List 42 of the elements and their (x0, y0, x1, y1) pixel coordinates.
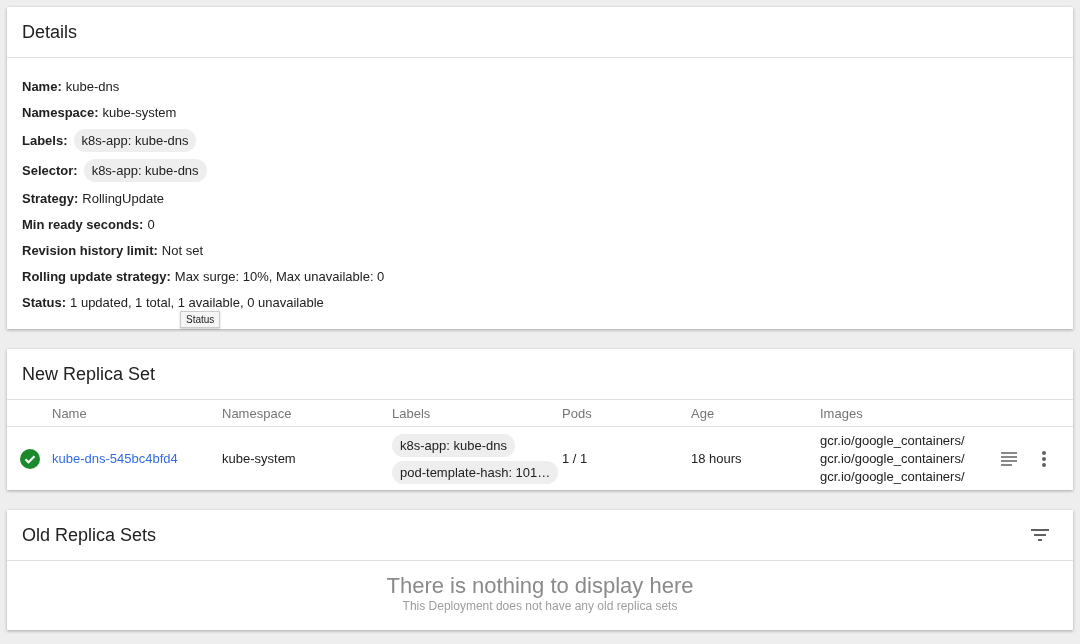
label-chip: pod-template-hash: 101… (392, 460, 559, 484)
field-label: Name: (22, 78, 62, 94)
field-label: Selector: (22, 162, 78, 178)
card-title: New Replica Set (22, 363, 156, 385)
replica-set-link[interactable]: kube-dns-545bc4bfd4 (52, 451, 222, 466)
tooltip: Status (180, 311, 221, 328)
field-value: kube-system (102, 104, 177, 120)
field-label: Strategy: (22, 190, 79, 206)
field-label: Namespace: (22, 104, 99, 120)
card-title: Old Replica Sets (22, 524, 157, 546)
age-cell-text: 18 hours (691, 451, 743, 466)
column-header: Pods (562, 405, 593, 421)
field-value: Not set (161, 242, 203, 258)
field-label: Min ready seconds: (22, 216, 144, 232)
field-value: kube-dns (65, 78, 120, 94)
column-header: Images (820, 405, 864, 421)
empty-state-title: There is nothing to display here (386, 573, 694, 599)
field-label: Status: (22, 294, 67, 310)
column-header: Age (691, 405, 716, 421)
image-cell-text: gcr.io/google_containers/ (820, 451, 966, 466)
image-cell-text: gcr.io/google_containers/ (820, 469, 966, 484)
more-vert-icon[interactable] (1042, 450, 1046, 467)
logs-icon[interactable] (1000, 451, 1018, 466)
field-label: Labels: (22, 132, 68, 148)
column-header: Labels (392, 405, 432, 421)
card-title: Details (22, 21, 78, 43)
field-label: Revision history limit: (22, 242, 158, 258)
filter-icon[interactable] (1031, 529, 1049, 541)
empty-state-subtitle: This Deployment does not have any old replica sets (402, 599, 678, 613)
field-value: Max surge: 10%, Max unavailable: 0 (174, 268, 385, 284)
label-chip: k8s-app: kube-dns (392, 433, 515, 457)
image-cell-text: gcr.io/google_containers/ (820, 433, 966, 448)
column-header: Name (52, 405, 88, 421)
column-header: Namespace (222, 405, 293, 421)
field-label: Rolling update strategy: (22, 268, 171, 284)
field-value: 0 (147, 216, 155, 232)
label-chip: k8s-app: kube-dns (83, 158, 207, 182)
field-value: RollingUpdate (82, 190, 165, 206)
field-value: 1 updated, 1 total, 1 available, 0 unavailable (70, 294, 324, 310)
pods-cell-text: 1 / 1 (562, 451, 589, 466)
namespace-cell-text: kube-system (222, 451, 297, 466)
label-chip: k8s-app: kube-dns (73, 128, 197, 152)
